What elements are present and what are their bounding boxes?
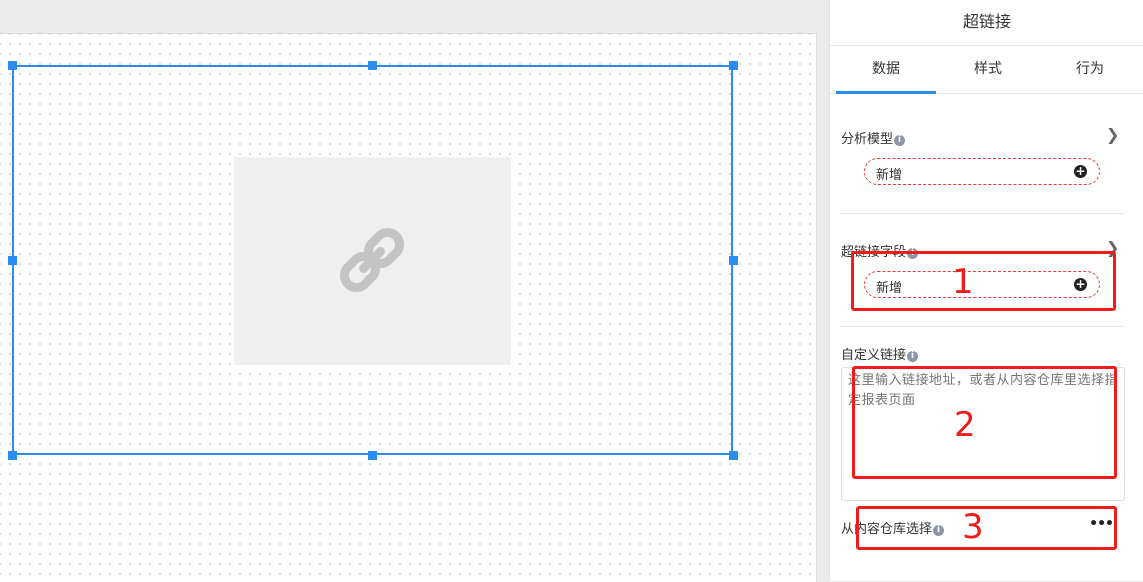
plus-circle-icon: + [1074, 164, 1087, 178]
custom-link-label: 自定义链接 i [841, 344, 919, 363]
custom-link-label-text: 自定义链接 [841, 348, 907, 363]
info-icon[interactable]: i [907, 351, 919, 362]
annotation-number-1: 1 [952, 262, 974, 302]
annotation-number-2: 2 [954, 405, 976, 445]
active-tab-indicator [836, 91, 936, 94]
annotation-box-1 [851, 251, 1116, 311]
resize-handle-bottom-left[interactable] [8, 451, 17, 460]
resize-handle-top-left[interactable] [8, 61, 17, 70]
annotation-box-2 [852, 366, 1117, 479]
analysis-model-label: 分析模型 i [841, 128, 906, 147]
annotation-box-3 [856, 506, 1117, 550]
panel-tabs: 数据 样式 行为 [830, 47, 1143, 94]
hyperlink-placeholder [234, 157, 511, 365]
analysis-model-add-label: 新增 [876, 168, 903, 183]
chevron-right-icon[interactable]: ❯ [1106, 125, 1119, 144]
annotation-number-3: 3 [962, 507, 984, 547]
info-icon[interactable]: i [894, 135, 906, 146]
analysis-model-add-button[interactable]: 新增 + [864, 158, 1100, 185]
link-icon [339, 227, 405, 293]
panel-title: 超链接 [830, 0, 1143, 46]
resize-handle-left[interactable] [8, 256, 17, 265]
divider [840, 213, 1125, 214]
resize-handle-bottom-right[interactable] [729, 451, 738, 460]
resize-handle-top[interactable] [368, 61, 377, 70]
resize-handle-bottom[interactable] [368, 451, 377, 460]
tab-behavior[interactable]: 行为 [1040, 47, 1140, 93]
tab-data[interactable]: 数据 [836, 47, 936, 93]
resize-handle-right[interactable] [729, 256, 738, 265]
tab-style[interactable]: 样式 [938, 47, 1038, 93]
divider [840, 326, 1125, 327]
resize-handle-top-right[interactable] [729, 61, 738, 70]
analysis-model-label-text: 分析模型 [841, 132, 894, 147]
